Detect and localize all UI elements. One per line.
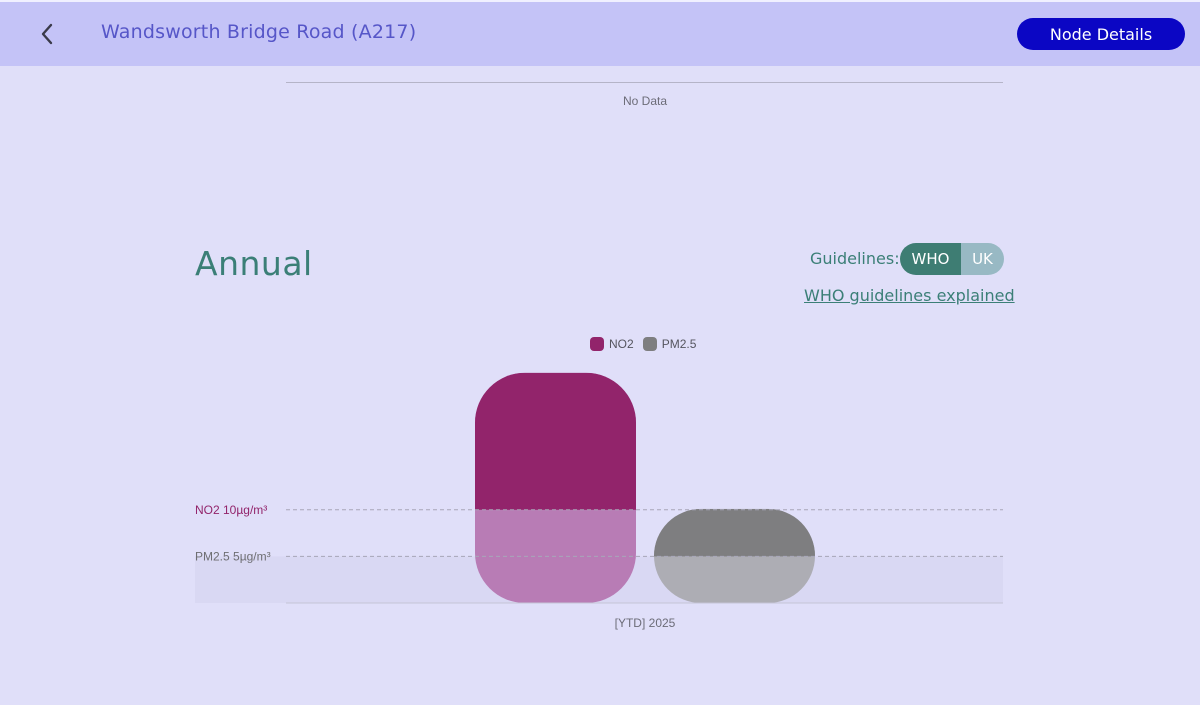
bar-above-guideline [654, 508, 815, 557]
annual-chart: NO2 10µg/m³ PM2.5 5µg/m³ [YTD] 2025 [195, 372, 1003, 630]
guideline-label: PM2.5 5µg/m³ [195, 549, 271, 563]
bar-no2[interactable] [475, 372, 636, 603]
x-tick-label: [YTD] 2025 [615, 616, 676, 630]
guideline-label: NO2 10µg/m³ [195, 503, 267, 517]
bar-above-guideline [475, 372, 636, 510]
